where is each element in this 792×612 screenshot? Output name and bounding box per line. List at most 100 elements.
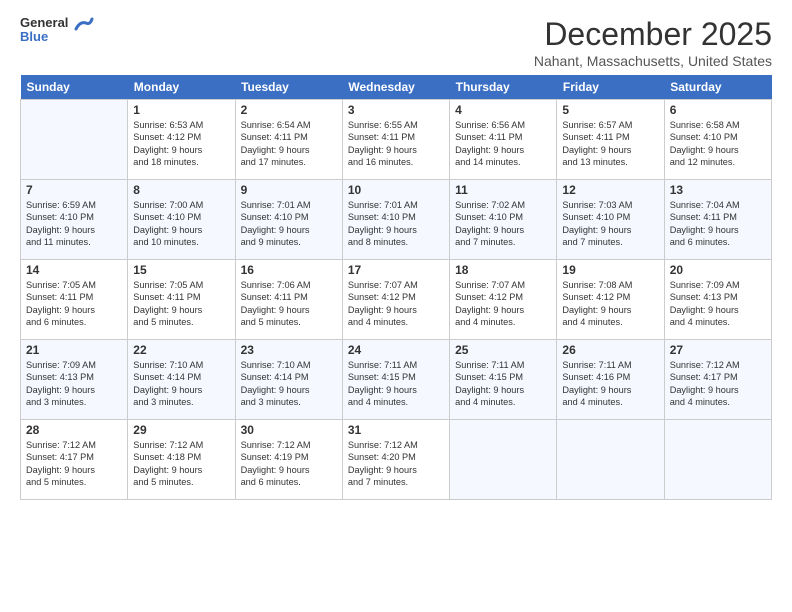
- table-row: 24Sunrise: 7:11 AMSunset: 4:15 PMDayligh…: [342, 340, 449, 420]
- cell-info: Sunrise: 7:10 AMSunset: 4:14 PMDaylight:…: [241, 359, 337, 409]
- col-monday: Monday: [128, 75, 235, 100]
- daylight-text: Daylight: 9 hours: [133, 384, 229, 396]
- day-number: 2: [241, 103, 337, 117]
- daylight-text-2: and 16 minutes.: [348, 156, 444, 168]
- sunset-text: Sunset: 4:11 PM: [133, 291, 229, 303]
- logo-icon: General Blue: [20, 16, 68, 45]
- sunset-text: Sunset: 4:12 PM: [133, 131, 229, 143]
- daylight-text: Daylight: 9 hours: [133, 464, 229, 476]
- table-row: 4 Sunrise: 6:56 AMSunset: 4:11 PMDaylight…: [450, 100, 557, 180]
- sunset-text: Sunset: 4:10 PM: [133, 211, 229, 223]
- daylight-text-2: and 4 minutes.: [670, 396, 766, 408]
- day-number: 17: [348, 263, 444, 277]
- daylight-text: Daylight: 9 hours: [241, 144, 337, 156]
- daylight-text: Daylight: 9 hours: [455, 304, 551, 316]
- table-row: 21Sunrise: 7:09 AMSunset: 4:13 PMDayligh…: [21, 340, 128, 420]
- col-sunday: Sunday: [21, 75, 128, 100]
- cell-info: Sunrise: 7:08 AMSunset: 4:12 PMDaylight:…: [562, 279, 658, 329]
- sunset-text: Sunset: 4:10 PM: [241, 211, 337, 223]
- table-row: [450, 420, 557, 500]
- daylight-text: Daylight: 9 hours: [455, 224, 551, 236]
- sunset-text: Sunset: 4:10 PM: [455, 211, 551, 223]
- table-row: [557, 420, 664, 500]
- daylight-text: Daylight: 9 hours: [348, 384, 444, 396]
- day-number: 14: [26, 263, 122, 277]
- day-number: 26: [562, 343, 658, 357]
- table-row: 1Sunrise: 6:53 AMSunset: 4:12 PMDaylight…: [128, 100, 235, 180]
- table-row: 22Sunrise: 7:10 AMSunset: 4:14 PMDayligh…: [128, 340, 235, 420]
- daylight-text: Daylight: 9 hours: [26, 464, 122, 476]
- daylight-text: Daylight: 9 hours: [348, 304, 444, 316]
- day-number: 21: [26, 343, 122, 357]
- cell-info: Sunrise: 6:56 AMSunset: 4:11 PMDaylight:…: [455, 119, 551, 169]
- sunrise-text: Sunrise: 7:12 AM: [241, 439, 337, 451]
- day-number: 10: [348, 183, 444, 197]
- week-row-3: 21Sunrise: 7:09 AMSunset: 4:13 PMDayligh…: [21, 340, 772, 420]
- sunset-text: Sunset: 4:17 PM: [26, 451, 122, 463]
- day-number: 6: [670, 103, 766, 117]
- sunset-text: Sunset: 4:20 PM: [348, 451, 444, 463]
- cell-info: Sunrise: 7:12 AMSunset: 4:20 PMDaylight:…: [348, 439, 444, 489]
- day-number: 7: [26, 183, 122, 197]
- day-number: 16: [241, 263, 337, 277]
- sunrise-text: Sunrise: 7:10 AM: [241, 359, 337, 371]
- daylight-text: Daylight: 9 hours: [26, 224, 122, 236]
- sunset-text: Sunset: 4:15 PM: [455, 371, 551, 383]
- daylight-text: Daylight: 9 hours: [133, 224, 229, 236]
- sunset-text: Sunset: 4:11 PM: [241, 131, 337, 143]
- sunset-text: Sunset: 4:10 PM: [348, 211, 444, 223]
- table-row: 30Sunrise: 7:12 AMSunset: 4:19 PMDayligh…: [235, 420, 342, 500]
- day-number: 5: [562, 103, 658, 117]
- sunrise-text: Sunrise: 6:56 AM: [455, 119, 551, 131]
- table-row: [21, 100, 128, 180]
- cell-info: Sunrise: 7:09 AMSunset: 4:13 PMDaylight:…: [670, 279, 766, 329]
- table-row: 18Sunrise: 7:07 AMSunset: 4:12 PMDayligh…: [450, 260, 557, 340]
- daylight-text-2: and 5 minutes.: [241, 316, 337, 328]
- sunrise-text: Sunrise: 7:00 AM: [133, 199, 229, 211]
- day-number: 3: [348, 103, 444, 117]
- daylight-text-2: and 6 minutes.: [26, 316, 122, 328]
- daylight-text-2: and 4 minutes.: [562, 316, 658, 328]
- daylight-text: Daylight: 9 hours: [455, 144, 551, 156]
- sunrise-text: Sunrise: 7:05 AM: [133, 279, 229, 291]
- logo: General Blue: [20, 16, 94, 45]
- daylight-text: Daylight: 9 hours: [241, 464, 337, 476]
- day-number: 29: [133, 423, 229, 437]
- sunset-text: Sunset: 4:14 PM: [241, 371, 337, 383]
- sunrise-text: Sunrise: 6:59 AM: [26, 199, 122, 211]
- table-row: 19Sunrise: 7:08 AMSunset: 4:12 PMDayligh…: [557, 260, 664, 340]
- day-number: 18: [455, 263, 551, 277]
- logo-general: General: [20, 16, 68, 30]
- cell-info: Sunrise: 6:55 AMSunset: 4:11 PMDaylight:…: [348, 119, 444, 169]
- daylight-text: Daylight: 9 hours: [348, 224, 444, 236]
- table-row: 5Sunrise: 6:57 AMSunset: 4:11 PMDaylight…: [557, 100, 664, 180]
- table-row: 23 Sunrise: 7:10 AMSunset: 4:14 PMDayligh…: [235, 340, 342, 420]
- sunset-text: Sunset: 4:12 PM: [455, 291, 551, 303]
- daylight-text: Daylight: 9 hours: [133, 304, 229, 316]
- table-row: 17Sunrise: 7:07 AMSunset: 4:12 PMDayligh…: [342, 260, 449, 340]
- day-number: 11: [455, 183, 551, 197]
- cell-info: Sunrise: 6:54 AMSunset: 4:11 PMDaylight:…: [241, 119, 337, 169]
- header-row: Sunday Monday Tuesday Wednesday Thursday…: [21, 75, 772, 100]
- logo-blue: Blue: [20, 30, 48, 44]
- sunrise-text: Sunrise: 6:54 AM: [241, 119, 337, 131]
- daylight-text: Daylight: 9 hours: [562, 384, 658, 396]
- sunset-text: Sunset: 4:11 PM: [348, 131, 444, 143]
- daylight-text-2: and 3 minutes.: [26, 396, 122, 408]
- week-row-0: 1Sunrise: 6:53 AMSunset: 4:12 PMDaylight…: [21, 100, 772, 180]
- sunrise-text: Sunrise: 7:11 AM: [348, 359, 444, 371]
- cell-info: Sunrise: 7:06 AMSunset: 4:11 PMDaylight:…: [241, 279, 337, 329]
- daylight-text-2: and 11 minutes.: [26, 236, 122, 248]
- col-saturday: Saturday: [664, 75, 771, 100]
- day-number: 15: [133, 263, 229, 277]
- table-row: 28Sunrise: 7:12 AMSunset: 4:17 PMDayligh…: [21, 420, 128, 500]
- day-number: 23: [241, 343, 337, 357]
- cell-info: Sunrise: 7:11 AMSunset: 4:15 PMDaylight:…: [455, 359, 551, 409]
- sunrise-text: Sunrise: 7:12 AM: [26, 439, 122, 451]
- daylight-text-2: and 7 minutes.: [348, 476, 444, 488]
- daylight-text: Daylight: 9 hours: [241, 384, 337, 396]
- daylight-text-2: and 3 minutes.: [241, 396, 337, 408]
- sunrise-text: Sunrise: 7:12 AM: [348, 439, 444, 451]
- cell-info: Sunrise: 7:05 AMSunset: 4:11 PMDaylight:…: [133, 279, 229, 329]
- day-number: 4: [455, 103, 551, 117]
